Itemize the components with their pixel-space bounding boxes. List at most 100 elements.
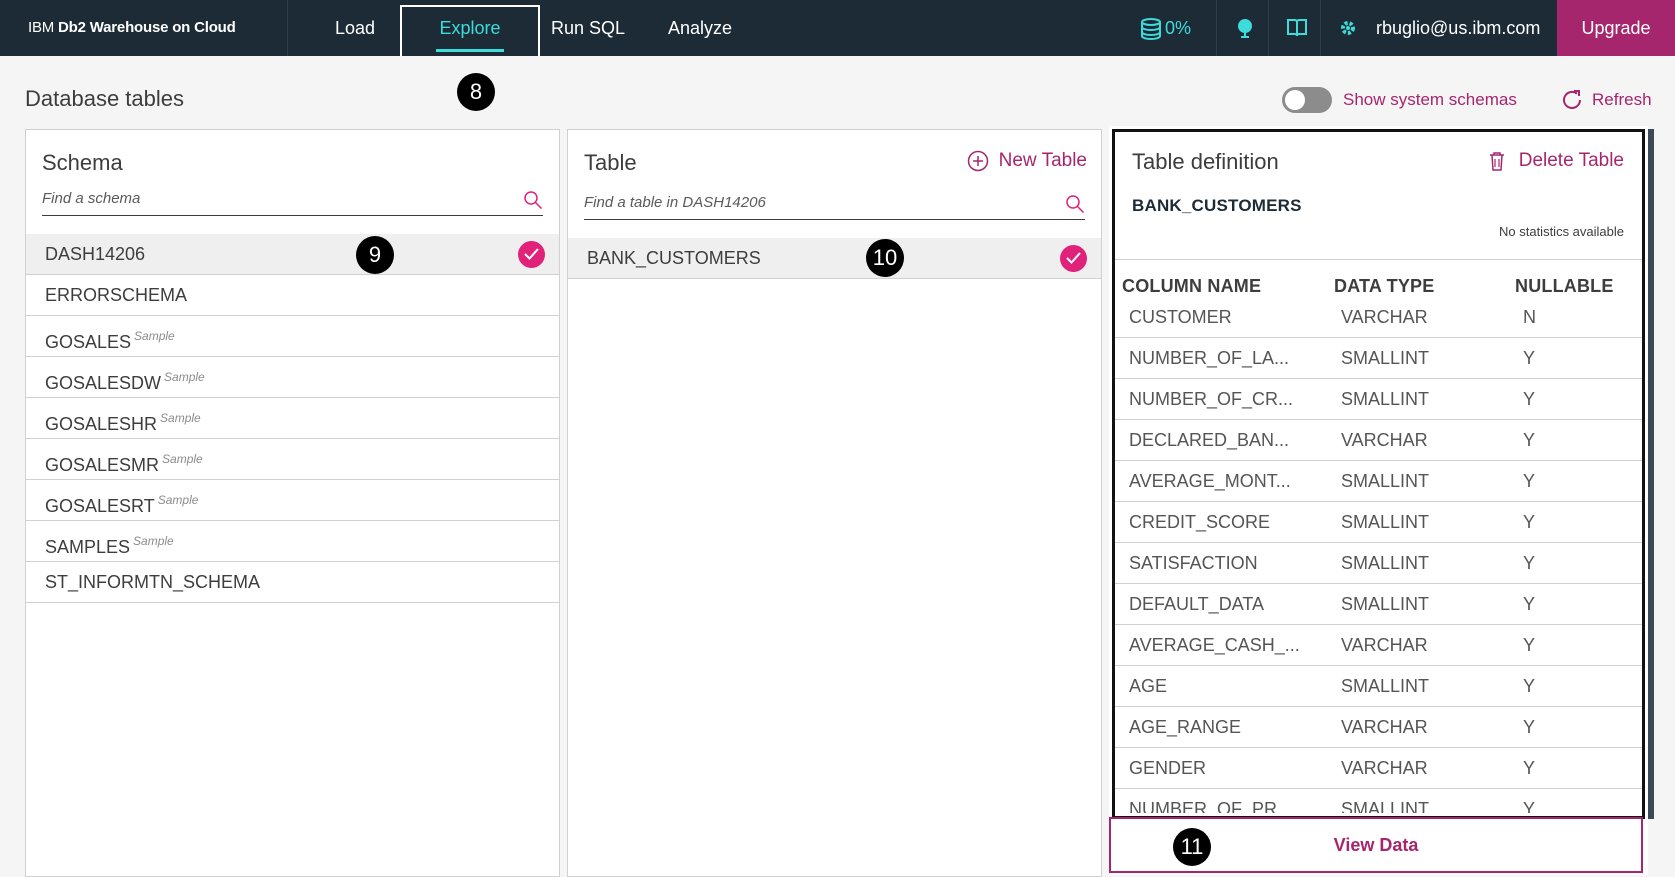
callout-8: 8: [457, 73, 495, 111]
column-name: SATISFACTION: [1129, 553, 1258, 573]
nullable: Y: [1523, 512, 1536, 532]
schema-name: DASH14206: [45, 244, 146, 264]
table-list: BANK_CUSTOMERS: [568, 238, 1101, 279]
page-title: Database tables: [25, 86, 184, 111]
data-type: SMALLINT: [1341, 676, 1430, 696]
brand-name: Db2 Warehouse on Cloud: [58, 19, 236, 36]
schema-row[interactable]: GOSALESRT Sample: [26, 480, 559, 521]
data-type: VARCHAR: [1341, 430, 1428, 450]
table-row[interactable]: BANK_CUSTOMERS: [568, 238, 1101, 279]
schema-row[interactable]: ERRORSCHEMA: [26, 275, 559, 316]
statistics-status: No statistics available: [1499, 224, 1624, 239]
column-name: AVERAGE_CASH_...: [1129, 635, 1300, 655]
column-definition-row: DECLARED_BAN... VARCHAR Y: [1115, 420, 1642, 461]
column-name: AGE_RANGE: [1129, 717, 1242, 737]
nullable: N: [1523, 307, 1536, 327]
gear-icon[interactable]: [1334, 0, 1362, 56]
schema-search-input[interactable]: Find a schema: [42, 182, 543, 216]
schema-row[interactable]: GOSALESDW Sample: [26, 357, 559, 398]
book-icon[interactable]: [1282, 0, 1312, 56]
new-table-button[interactable]: New Table: [967, 150, 1087, 172]
schema-row[interactable]: ST_INFORMTN_SCHEMA: [26, 562, 559, 603]
column-definition-row: AGE SMALLINT Y: [1115, 666, 1642, 707]
schema-name: GOSALESHR: [45, 414, 158, 434]
sample-tag: Sample: [133, 534, 174, 548]
product-brand[interactable]: IBM Db2 Warehouse on Cloud: [28, 0, 236, 56]
data-type: SMALLINT: [1341, 471, 1430, 491]
nullable: Y: [1523, 799, 1536, 813]
column-name: AGE: [1129, 676, 1168, 696]
column-header-name: COLUMN NAME: [1122, 276, 1262, 296]
refresh-label: Refresh: [1592, 90, 1652, 109]
nullable: Y: [1523, 553, 1536, 573]
new-table-label: New Table: [998, 150, 1087, 171]
data-type: VARCHAR: [1341, 758, 1428, 778]
nullable: Y: [1523, 389, 1536, 409]
nav-load[interactable]: Load: [310, 0, 400, 56]
schema-name: SAMPLES: [45, 537, 131, 557]
explore-highlight-box: [400, 5, 540, 56]
system-schemas-label[interactable]: Show system schemas: [1343, 90, 1517, 110]
usage-percent: 0%: [1165, 18, 1192, 38]
upgrade-button[interactable]: Upgrade: [1557, 0, 1675, 56]
table-panel: Table New Table Find a table in DASH1420…: [567, 129, 1102, 877]
divider: [1216, 0, 1217, 56]
schema-list: DASH14206 ERRORSCHEMA GOSALES Sample GOSA…: [26, 234, 559, 603]
column-definition-row: CREDIT_SCORE SMALLINT Y: [1115, 502, 1642, 543]
divider: [1268, 0, 1269, 56]
schema-row[interactable]: GOSALES Sample: [26, 316, 559, 357]
column-definition-row: DEFAULT_DATA SMALLINT Y: [1115, 584, 1642, 625]
system-schemas-toggle[interactable]: [1282, 87, 1332, 113]
data-type: SMALLINT: [1341, 512, 1430, 532]
column-definition-row: GENDER VARCHAR Y: [1115, 748, 1642, 789]
column-name: NUMBER_OF_LA...: [1129, 348, 1290, 368]
data-type: VARCHAR: [1341, 717, 1428, 737]
column-definition-list[interactable]: CUSTOMER VARCHAR N NUMBER_OF_LA... SMALLINT…: [1115, 297, 1642, 813]
schema-row[interactable]: GOSALESMR Sample: [26, 439, 559, 480]
schema-panel-title: Schema: [42, 150, 123, 175]
definition-scrollbar[interactable]: [1648, 129, 1654, 819]
nullable: Y: [1523, 471, 1536, 491]
plus-circle-icon: [967, 150, 988, 172]
schema-row[interactable]: GOSALESHR Sample: [26, 398, 559, 439]
toggle-knob: [1285, 90, 1305, 110]
check-icon: [1060, 245, 1087, 272]
schema-row[interactable]: SAMPLES Sample: [26, 521, 559, 562]
schema-panel: Schema Find a schema DASH14206 ERRORSCHE…: [25, 129, 560, 877]
divider: [287, 0, 288, 56]
callout-11: 11: [1173, 828, 1211, 866]
schema-name: ST_INFORMTN_SCHEMA: [45, 572, 261, 592]
search-icon[interactable]: [1065, 194, 1085, 214]
table-definition-panel: Table definition Delete Table BANK_CUSTO…: [1112, 129, 1645, 819]
database-icon: [1141, 18, 1161, 41]
globe-icon[interactable]: [1230, 0, 1260, 56]
schema-name: GOSALESDW: [45, 373, 162, 393]
table-search-placeholder: Find a table in DASH14206: [584, 194, 766, 211]
table-search-input[interactable]: Find a table in DASH14206: [584, 186, 1085, 220]
data-type: SMALLINT: [1341, 594, 1430, 614]
search-icon[interactable]: [523, 190, 543, 210]
nullable: Y: [1523, 635, 1536, 655]
schema-row[interactable]: DASH14206: [26, 234, 559, 275]
column-name: AVERAGE_MONT...: [1129, 471, 1291, 491]
data-type: SMALLINT: [1341, 553, 1430, 573]
schema-name: GOSALESMR: [45, 455, 160, 475]
user-email[interactable]: rbuglio@us.ibm.com: [1376, 0, 1540, 56]
divider: [1115, 259, 1642, 260]
column-definition-row: NUMBER_OF_PR... SMALLINT Y: [1115, 789, 1642, 813]
column-definition-row: NUMBER_OF_LA... SMALLINT Y: [1115, 338, 1642, 379]
sample-tag: Sample: [162, 452, 203, 466]
brand-prefix: IBM: [28, 19, 55, 36]
refresh-button[interactable]: Refresh: [1562, 88, 1652, 112]
column-name: GENDER: [1129, 758, 1207, 778]
nav-run-sql[interactable]: Run SQL: [540, 0, 636, 56]
schema-name: ERRORSCHEMA: [45, 285, 188, 305]
delete-table-button[interactable]: Delete Table: [1489, 150, 1624, 172]
definition-title: Table definition: [1132, 149, 1279, 174]
storage-usage[interactable]: 0%: [1139, 0, 1191, 56]
data-type: VARCHAR: [1341, 307, 1428, 327]
nav-analyze[interactable]: Analyze: [660, 0, 740, 56]
nullable: Y: [1523, 758, 1536, 778]
delete-table-label: Delete Table: [1518, 150, 1624, 171]
nullable: Y: [1523, 348, 1536, 368]
